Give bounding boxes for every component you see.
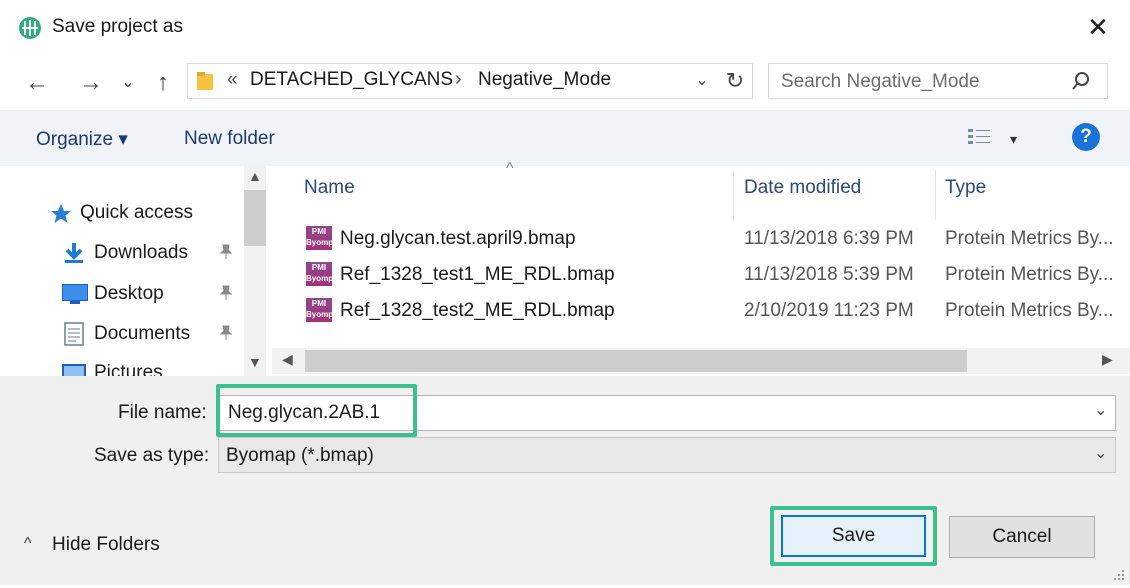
pin-icon <box>218 325 234 345</box>
breadcrumb-item[interactable]: Negative_Mode <box>478 69 611 91</box>
view-dropdown-icon[interactable]: ▾ <box>1010 131 1017 148</box>
new-folder-button[interactable]: New folder <box>184 128 275 150</box>
window-title: Save project as <box>52 16 183 37</box>
file-name-label: File name: <box>118 402 207 423</box>
scroll-left-icon[interactable]: ◀ <box>282 351 293 368</box>
sidebar-item-quick-access[interactable]: Quick access <box>80 202 193 224</box>
breadcrumb-overflow[interactable]: « <box>227 69 238 91</box>
hide-folders-button[interactable]: Hide Folders <box>52 534 160 556</box>
bmap-file-icon: PMI Byomp <box>306 226 334 250</box>
search-placeholder: Search Negative_Mode <box>781 71 980 92</box>
cancel-button[interactable]: Cancel <box>949 516 1095 558</box>
breadcrumb-item[interactable]: DETACHED_GLYCANS <box>250 69 453 91</box>
resize-grip-icon[interactable] <box>1112 566 1126 580</box>
sidebar-item-pictures[interactable]: Pictures <box>94 362 163 376</box>
bmap-file-icon: PMI Byomp <box>306 298 334 322</box>
forward-button[interactable]: → <box>76 68 106 98</box>
nav-scrollbar-thumb[interactable] <box>244 190 266 246</box>
file-row-date[interactable]: 2/10/2019 11:23 PM <box>744 300 914 322</box>
scroll-right-icon[interactable]: ▶ <box>1102 351 1113 368</box>
view-options-icon[interactable] <box>968 128 994 146</box>
search-icon[interactable] <box>1070 70 1092 92</box>
bmap-icon-label-bottom: Byomp <box>306 274 334 283</box>
star-icon <box>50 203 72 225</box>
sidebar-item-downloads[interactable]: Downloads <box>94 242 188 264</box>
sidebar-item-documents[interactable]: Documents <box>94 323 190 345</box>
download-arrow-icon <box>62 242 86 264</box>
app-logo-icon <box>18 16 42 40</box>
back-button[interactable]: ← <box>22 68 52 98</box>
sort-ascending-icon: ^ <box>506 160 514 177</box>
save-type-value: Byomap (*.bmap) <box>226 445 374 466</box>
hscrollbar-thumb[interactable] <box>305 350 967 372</box>
help-icon[interactable]: ? <box>1072 123 1100 151</box>
column-divider[interactable] <box>935 170 936 220</box>
desktop-icon <box>62 284 88 304</box>
file-row-type[interactable]: Protein Metrics By... <box>945 300 1114 322</box>
column-header-type[interactable]: Type <box>945 177 986 199</box>
organize-menu[interactable]: Organize ▾ <box>36 128 128 151</box>
pictures-icon <box>62 364 86 376</box>
scroll-down-icon[interactable]: ▼ <box>248 354 262 370</box>
close-icon[interactable]: ✕ <box>1083 12 1113 42</box>
column-header-date[interactable]: Date modified <box>744 177 861 199</box>
file-row-type[interactable]: Protein Metrics By... <box>945 264 1114 286</box>
pin-icon <box>218 244 234 264</box>
folder-icon <box>196 70 214 92</box>
highlight-box <box>216 384 417 437</box>
file-name-dropdown-icon[interactable]: ⌄ <box>1094 400 1107 420</box>
bmap-icon-label-bottom: Byomp <box>306 238 334 247</box>
save-type-label: Save as type: <box>94 445 210 466</box>
file-row-name[interactable]: Ref_1328_test2_ME_RDL.bmap <box>340 300 615 322</box>
bmap-icon-label-top: PMI <box>311 299 327 308</box>
up-folder-button[interactable]: ↑ <box>150 68 176 98</box>
hide-folders-chevron-icon[interactable]: ^ <box>24 535 32 553</box>
recent-locations-button[interactable]: ⌄ <box>118 68 138 98</box>
command-bar <box>0 110 1130 166</box>
bmap-icon-label-bottom: Byomp <box>306 310 334 319</box>
file-row-date[interactable]: 11/13/2018 6:39 PM <box>744 228 914 250</box>
bmap-icon-label-top: PMI <box>311 263 327 272</box>
save-button[interactable]: Save <box>781 515 926 557</box>
column-divider[interactable] <box>733 170 734 220</box>
sidebar-item-desktop[interactable]: Desktop <box>94 283 164 305</box>
documents-icon <box>64 322 84 346</box>
file-row-name[interactable]: Neg.glycan.test.april9.bmap <box>340 228 576 250</box>
file-row-name[interactable]: Ref_1328_test1_ME_RDL.bmap <box>340 264 615 286</box>
bmap-icon-label-top: PMI <box>311 227 327 236</box>
file-row-type[interactable]: Protein Metrics By... <box>945 228 1114 250</box>
file-row-date[interactable]: 11/13/2018 5:39 PM <box>744 264 914 286</box>
save-type-dropdown-icon[interactable]: ⌄ <box>1094 443 1107 463</box>
breadcrumb-separator[interactable]: › <box>455 68 462 91</box>
address-dropdown-icon[interactable]: ⌄ <box>692 66 712 96</box>
pin-icon <box>218 285 234 305</box>
bmap-file-icon: PMI Byomp <box>306 262 334 286</box>
refresh-icon[interactable]: ↻ <box>722 66 748 96</box>
column-header-name[interactable]: Name <box>304 177 355 199</box>
scroll-up-icon[interactable]: ▲ <box>248 168 262 184</box>
